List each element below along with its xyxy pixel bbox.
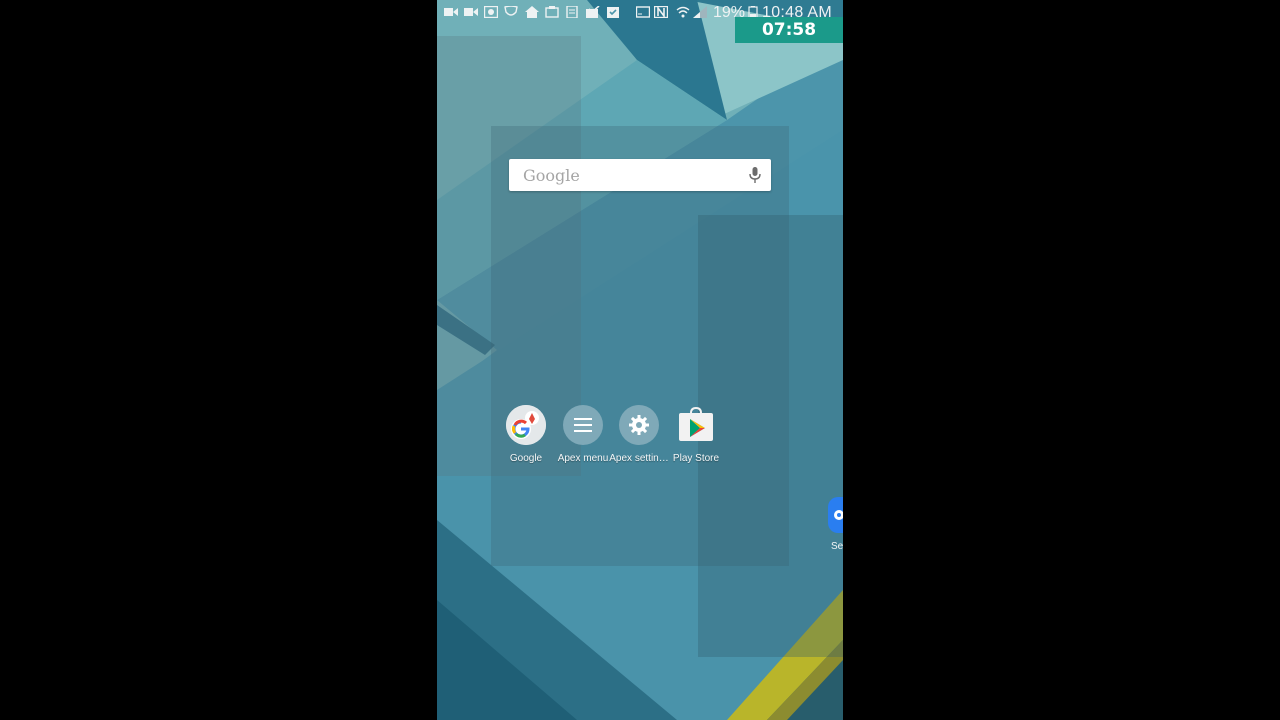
app-label: Apex menu — [557, 453, 609, 464]
video-camera-icon — [444, 6, 458, 18]
doc-icon — [566, 6, 580, 18]
mic-icon[interactable] — [747, 166, 763, 184]
google-folder-icon — [506, 405, 546, 445]
settings-app-icon[interactable] — [828, 497, 843, 533]
play-store-icon — [676, 405, 716, 445]
mail-check-icon — [586, 6, 600, 18]
wifi-icon — [676, 6, 690, 18]
phone-screen: 19% 10:48 AM 07:58 Google Google Apex me… — [437, 0, 843, 720]
app-play-store[interactable]: Play Store — [664, 405, 728, 464]
photo-icon — [545, 6, 559, 18]
app-label: Apex settin… — [609, 453, 669, 464]
cast-icon — [636, 6, 650, 18]
shield-icon — [504, 6, 520, 18]
home-icon — [525, 6, 539, 18]
google-logo-text: Google — [523, 166, 580, 185]
google-search-widget[interactable]: Google — [509, 159, 771, 191]
photo-icon — [484, 6, 498, 18]
app-label: Google — [509, 453, 543, 464]
clipboard-check-icon — [606, 6, 620, 18]
signal-icon — [693, 6, 707, 18]
settings-gear-icon — [619, 405, 659, 445]
video-camera-icon — [464, 6, 478, 18]
nfc-icon — [654, 6, 668, 18]
app-google-folder[interactable]: Google — [494, 405, 558, 464]
settings-app-label: Se — [831, 541, 843, 552]
menu-icon — [563, 405, 603, 445]
app-apex-menu[interactable]: Apex menu — [551, 405, 615, 464]
app-apex-settings[interactable]: Apex settin… — [607, 405, 671, 464]
app-label: Play Store — [672, 453, 720, 464]
recording-timer-badge: 07:58 — [735, 17, 843, 43]
